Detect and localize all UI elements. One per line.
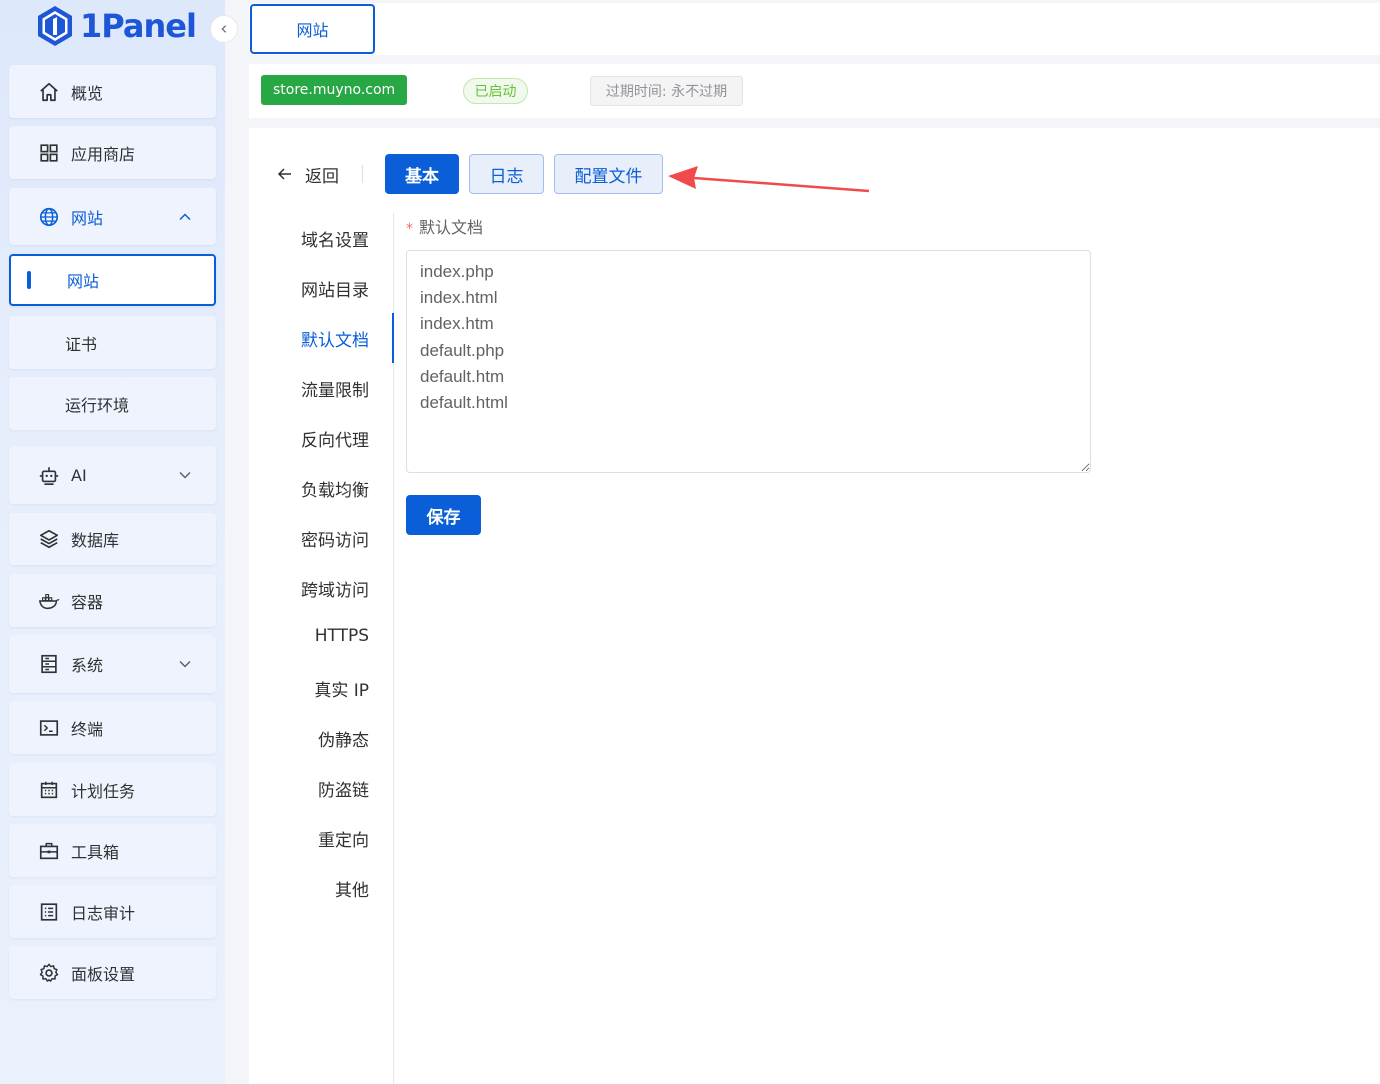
sidebar-item-app-store[interactable]: 应用商店 — [9, 126, 216, 179]
calendar-icon — [37, 778, 61, 802]
menu-item-default-document[interactable]: 默认文档 — [301, 313, 369, 363]
log-icon — [37, 900, 61, 924]
chevron-down-icon — [179, 660, 191, 668]
globe-icon — [37, 205, 61, 229]
sidebar-item-label: 面板设置 — [71, 964, 136, 984]
form-label-text: 默认文档 — [419, 218, 484, 237]
settings-menu: 域名设置 网站目录 默认文档 流量限制 反向代理 负载均衡 密码访问 跨域访问 … — [249, 213, 394, 1084]
menu-item-load-balance[interactable]: 负载均衡 — [301, 463, 369, 513]
active-indicator — [27, 271, 31, 289]
sidebar-item-label: 工具箱 — [71, 842, 120, 862]
sidebar-item-log-audit[interactable]: 日志审计 — [9, 885, 216, 938]
menu-item-site-directory[interactable]: 网站目录 — [301, 263, 369, 313]
sidebar-item-label: 网站 — [71, 208, 104, 228]
sidebar-item-terminal[interactable]: 终端 — [9, 701, 216, 754]
sidebar-item-cronjobs[interactable]: 计划任务 — [9, 763, 216, 816]
menu-item-reverse-proxy[interactable]: 反向代理 — [301, 413, 369, 463]
menu-item-rewrite[interactable]: 伪静态 — [318, 713, 369, 763]
menu-item-real-ip[interactable]: 真实 IP — [314, 663, 369, 713]
divider — [362, 165, 363, 183]
top-tabs-bar: 网站 — [249, 3, 1380, 55]
save-button[interactable]: 保存 — [406, 495, 481, 535]
chevron-up-icon — [179, 212, 191, 220]
sidebar-item-certificates[interactable]: 证书 — [9, 316, 216, 369]
sidebar-item-overview[interactable]: 概览 — [9, 65, 216, 118]
menu-item-rate-limit[interactable]: 流量限制 — [301, 363, 369, 413]
tab-config-file[interactable]: 配置文件 — [554, 154, 663, 194]
sidebar-item-runtime[interactable]: 运行环境 — [9, 377, 216, 430]
menu-item-https[interactable]: HTTPS — [315, 611, 369, 661]
brand-name: 1Panel — [80, 7, 197, 45]
tab-basic[interactable]: 基本 — [385, 154, 459, 194]
menu-item-domain-settings[interactable]: 域名设置 — [301, 213, 369, 263]
sidebar-item-label: 数据库 — [71, 531, 120, 550]
back-label: 返回 — [305, 166, 339, 187]
gear-icon — [37, 961, 61, 985]
status-badge: 已启动 — [463, 78, 528, 104]
tab-log[interactable]: 日志 — [469, 154, 544, 194]
server-icon — [37, 652, 61, 676]
sidebar-item-label: 系统 — [71, 656, 104, 675]
site-config-panel: 返回 基本 日志 配置文件 域名设置 网站目录 默认文档 流量限制 反向代理 负… — [249, 128, 1380, 1084]
sidebar-item-ai[interactable]: AI — [9, 446, 216, 504]
site-info-bar: store.muyno.com 已启动 过期时间: 永不过期 — [249, 64, 1380, 118]
toolbox-icon — [37, 839, 61, 863]
menu-active-indicator — [392, 313, 394, 363]
1panel-logo-icon — [38, 6, 72, 46]
sidebar-item-containers[interactable]: 容器 — [9, 574, 216, 627]
sidebar-item-label: 概览 — [71, 83, 104, 103]
sidebar: 1Panel 概览 应用商店 网站 网站 证书 运行环境 AI 数据库 容器 系… — [0, 0, 238, 1084]
sidebar-item-label: 终端 — [71, 719, 104, 739]
menu-item-redirect[interactable]: 重定向 — [318, 813, 369, 863]
docker-icon — [37, 589, 61, 613]
layers-icon — [37, 527, 61, 551]
sidebar-item-websites[interactable]: 网站 — [9, 254, 216, 306]
menu-item-password-access[interactable]: 密码访问 — [301, 513, 369, 563]
chevron-left-icon — [221, 25, 227, 33]
logo[interactable]: 1Panel — [36, 4, 197, 48]
chevron-down-icon — [179, 471, 191, 479]
default-document-label: * 默认文档 — [406, 214, 483, 238]
annotation-arrow-icon — [668, 166, 870, 193]
sidebar-item-websites-group[interactable]: 网站 — [9, 188, 216, 245]
home-icon — [37, 80, 61, 104]
expire-badge: 过期时间: 永不过期 — [590, 76, 743, 106]
menu-item-cors[interactable]: 跨域访问 — [301, 563, 369, 613]
sidebar-item-label: AI — [71, 465, 87, 485]
sidebar-item-label: 证书 — [65, 334, 98, 354]
arrow-left-icon — [277, 168, 291, 180]
sidebar-item-label: 日志审计 — [71, 903, 136, 923]
sidebar-item-database[interactable]: 数据库 — [9, 513, 216, 565]
default-document-textarea[interactable]: index.php index.html index.htm default.p… — [406, 250, 1091, 473]
menu-item-anti-leech[interactable]: 防盗链 — [318, 763, 369, 813]
menu-item-other[interactable]: 其他 — [335, 863, 369, 913]
robot-icon — [37, 463, 61, 487]
terminal-icon — [37, 716, 61, 740]
sidebar-item-label: 应用商店 — [71, 144, 136, 164]
sidebar-item-toolbox[interactable]: 工具箱 — [9, 824, 216, 877]
top-tab-websites[interactable]: 网站 — [250, 4, 375, 54]
grid-icon — [37, 141, 61, 165]
sidebar-item-label: 容器 — [71, 592, 104, 612]
required-mark: * — [406, 221, 413, 237]
domain-tag[interactable]: store.muyno.com — [261, 75, 408, 105]
collapse-sidebar-button[interactable] — [210, 15, 238, 43]
sidebar-item-label: 计划任务 — [71, 781, 136, 801]
sidebar-item-panel-settings[interactable]: 面板设置 — [9, 946, 216, 999]
sidebar-item-system[interactable]: 系统 — [9, 635, 216, 693]
sidebar-item-label: 运行环境 — [65, 395, 130, 415]
back-button[interactable]: 返回 — [275, 162, 339, 187]
sidebar-item-label: 网站 — [67, 272, 100, 291]
